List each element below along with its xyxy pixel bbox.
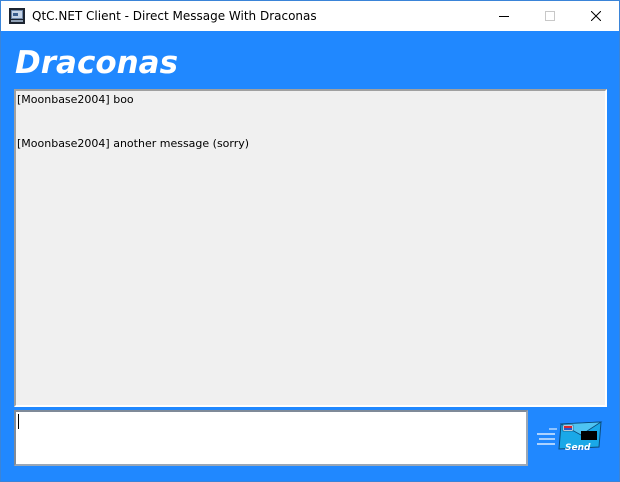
client-area: Draconas [Moonbase2004] boo [Moonbase200… (1, 31, 619, 481)
minimize-icon (499, 16, 509, 17)
close-button[interactable] (573, 1, 619, 31)
compose-input[interactable] (14, 410, 528, 466)
app-window: QtC.NET Client - Direct Message With Dra… (0, 0, 620, 482)
close-icon (591, 11, 601, 21)
send-button[interactable]: Send (535, 417, 605, 457)
minimize-button[interactable] (481, 1, 527, 31)
app-icon (9, 8, 25, 24)
contact-name-heading: Draconas (15, 45, 179, 81)
message-history[interactable]: [Moonbase2004] boo [Moonbase2004] anothe… (14, 89, 607, 407)
title-bar[interactable]: QtC.NET Client - Direct Message With Dra… (1, 1, 619, 31)
send-button-label: Send (565, 443, 591, 453)
maximize-icon (545, 11, 555, 21)
message-line: [Moonbase2004] another message (sorry) (17, 137, 250, 150)
message-line: [Moonbase2004] boo (17, 93, 134, 106)
maximize-button[interactable] (527, 1, 573, 31)
text-caret (18, 414, 19, 429)
window-title: QtC.NET Client - Direct Message With Dra… (32, 9, 317, 23)
